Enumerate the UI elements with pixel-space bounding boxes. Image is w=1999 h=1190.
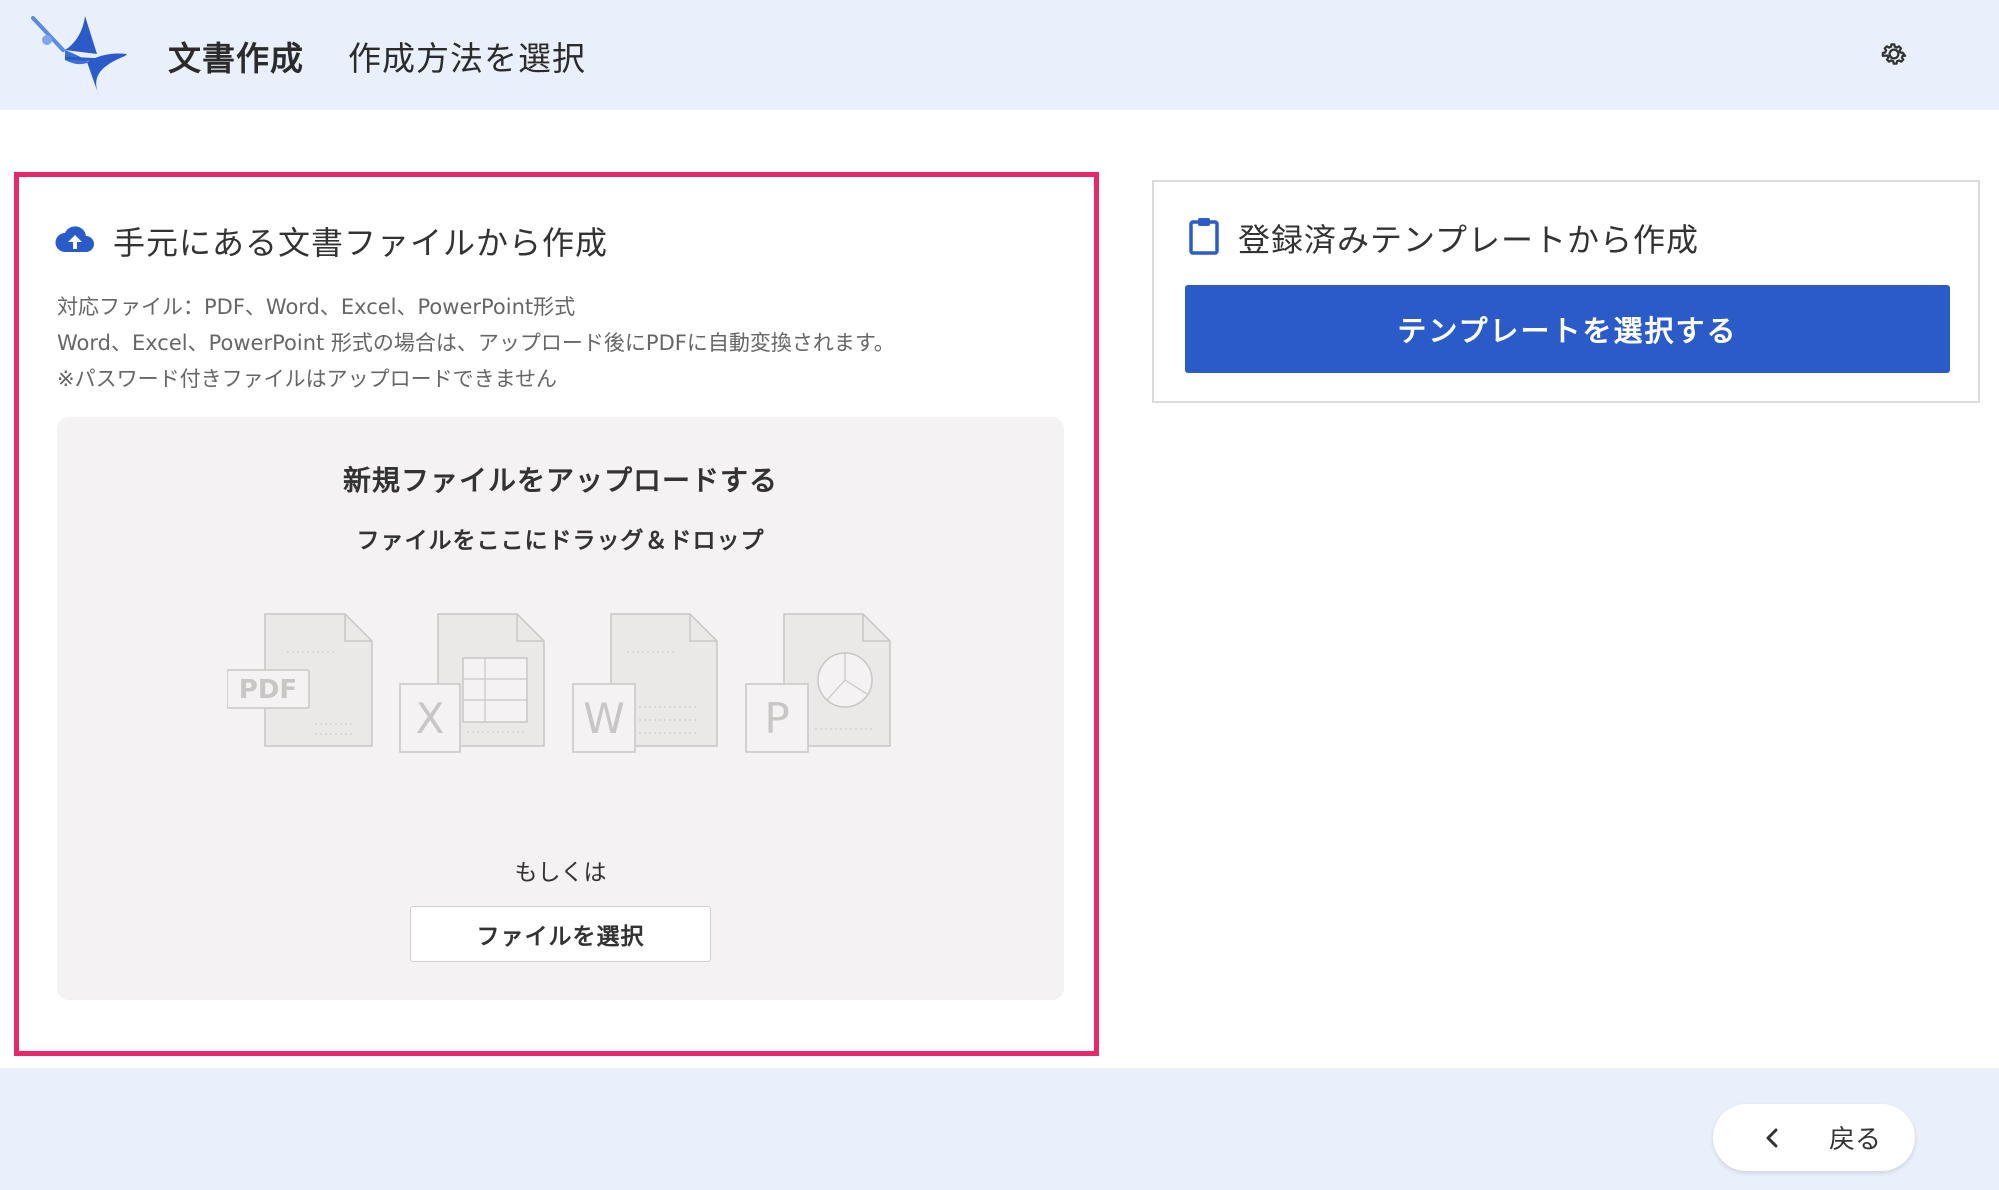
dropzone-title: 新規ファイルをアップロードする (342, 464, 778, 497)
select-template-button[interactable]: テンプレートを選択する (1185, 285, 1950, 373)
select-file-button[interactable]: ファイルを選択 (410, 906, 711, 962)
pdf-file-label: PDF (238, 675, 298, 705)
cloud-upload-icon (55, 224, 95, 258)
word-file-label: W (583, 694, 625, 743)
desc-line: ※パスワード付きファイルはアップロードできません (57, 367, 557, 391)
header-bar: 文書作成 作成方法を選択 (0, 0, 1999, 110)
back-button-label: 戻る (1829, 1125, 1882, 1155)
desc-line: 対応ファイル：PDF、Word、Excel、PowerPoint形式 (57, 295, 576, 319)
or-separator-text: もしくは (514, 860, 607, 886)
supported-files-description: 対応ファイル：PDF、Word、Excel、PowerPoint形式 Word、… (57, 289, 895, 397)
app-title: 文書作成 (168, 39, 304, 78)
back-button[interactable]: 戻る (1713, 1104, 1915, 1171)
gear-icon (1879, 39, 1909, 73)
upload-panel-title: 手元にある文書ファイルから作成 (113, 224, 609, 262)
page-subtitle: 作成方法を選択 (348, 39, 586, 78)
template-panel: 登録済みテンプレートから作成 テンプレートを選択する (1152, 180, 1980, 403)
dropzone-subtitle: ファイルをここにドラッグ＆ドロップ (356, 528, 765, 554)
clipboard-icon (1188, 217, 1220, 259)
template-panel-title: 登録済みテンプレートから作成 (1238, 221, 1700, 259)
template-panel-header: 登録済みテンプレートから作成 (1188, 216, 1699, 260)
settings-button[interactable] (1872, 34, 1916, 78)
upload-panel-header: 手元にある文書ファイルから作成 (55, 219, 608, 263)
powerpoint-file-label: P (764, 694, 790, 743)
file-dropzone[interactable]: 新規ファイルをアップロードする ファイルをここにドラッグ＆ドロップ PDF X … (57, 417, 1064, 1000)
bird-pen-logo (25, 10, 135, 100)
desc-line: Word、Excel、PowerPoint 形式の場合は、アップロード後にPDF… (57, 331, 895, 355)
file-type-illustration: PDF X W P (226, 612, 907, 767)
upload-panel: 手元にある文書ファイルから作成 対応ファイル：PDF、Word、Excel、Po… (14, 172, 1099, 1056)
excel-file-label: X (415, 694, 445, 743)
footer-bar (0, 1068, 1999, 1190)
chevron-left-icon (1765, 1128, 1785, 1148)
